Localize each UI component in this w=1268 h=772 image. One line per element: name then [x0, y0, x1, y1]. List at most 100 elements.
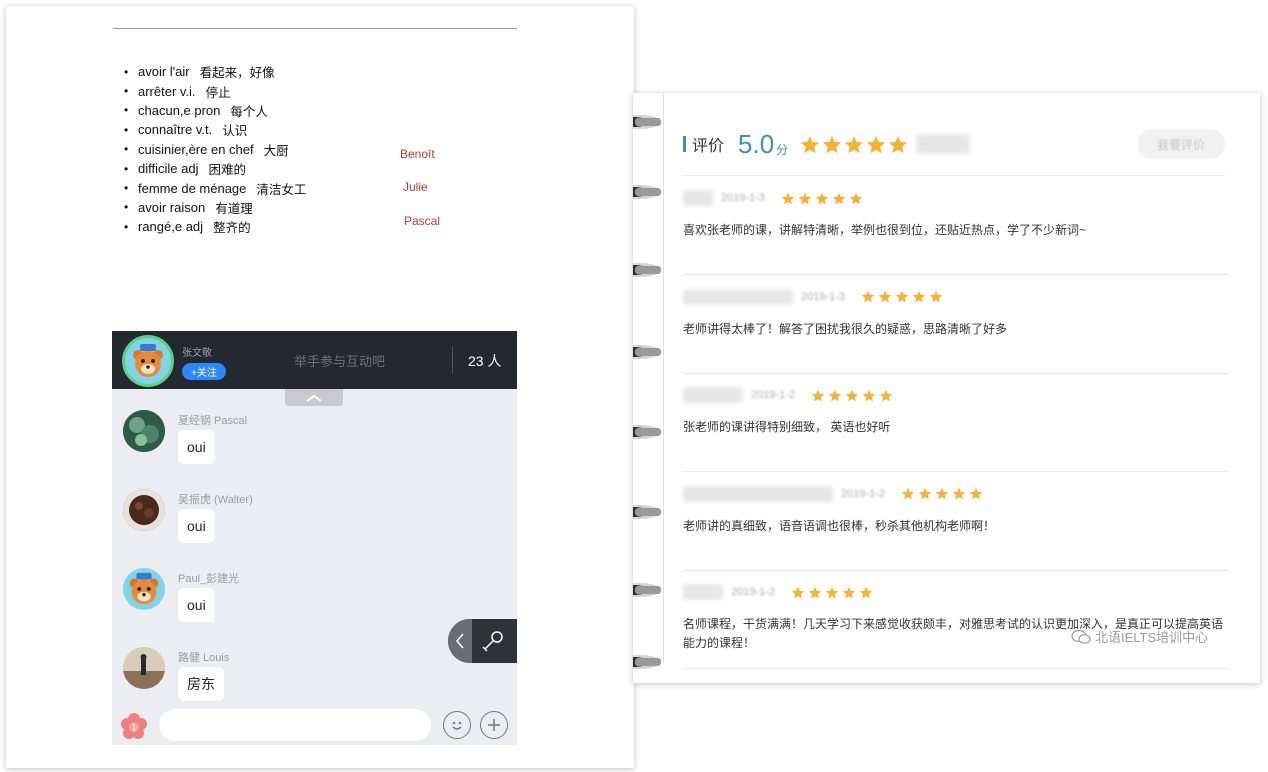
- chevron-up-icon: [306, 394, 322, 402]
- review-card: 评价 5.0 分 我要评价 2019-1-3 喜欢张老师的课，讲解特清晰，举例也很…: [633, 93, 1260, 683]
- star-icon: [862, 389, 876, 401]
- vocabulary-list: avoir l'air看起来，好像 arrêter v.i.停止 chacun,…: [124, 62, 306, 237]
- star-icon: [878, 290, 892, 303]
- svg-text:1: 1: [131, 724, 137, 734]
- vocab-item: cuisinier,ère en chef大厨: [124, 140, 306, 159]
- blurred-username: [683, 485, 833, 502]
- review-item: 2019-1-3 老师讲得太棒了！解答了困扰我很久的疑惑，思路清晰了好多: [683, 276, 1228, 374]
- review-stars: [811, 389, 893, 402]
- divider: [683, 175, 1225, 176]
- online-count: 23 人: [468, 353, 502, 369]
- chat-message: 夏经钢 Pascal oui: [112, 410, 517, 486]
- review-date: 2019-1-3: [801, 290, 846, 303]
- sender-name: 吴振虎 (Walter): [178, 494, 253, 506]
- star-icon: [935, 487, 949, 500]
- landscape-photo-icon: [123, 647, 165, 689]
- host-avatar[interactable]: [122, 335, 174, 387]
- binder-ring-icon: [633, 583, 661, 597]
- binder-ring-icon: [633, 655, 661, 669]
- vocab-item: difficile adj困难的: [124, 159, 306, 178]
- review-item: 2019-1-3 喜欢张老师的课，讲解特清晰，举例也很到位，还贴近热点，学了不少新…: [683, 177, 1228, 275]
- binder-ring-icon: [633, 425, 661, 439]
- accent-bar: [683, 136, 686, 152]
- review-stars: [781, 192, 863, 205]
- vocab-item: chacun,e pron每个人: [124, 101, 306, 120]
- star-icon: [929, 290, 943, 303]
- bear-icon: [129, 572, 159, 605]
- user-avatar[interactable]: [123, 489, 165, 531]
- divider: [663, 93, 664, 663]
- lesson-card: avoir l'air看起来，好像 arrêter v.i.停止 chacun,…: [6, 6, 634, 768]
- star-icon: [845, 135, 864, 153]
- star-icon: [969, 487, 983, 500]
- review-date: 2019-1-2: [841, 487, 886, 500]
- plant-photo-icon: [123, 410, 165, 452]
- star-icon: [842, 586, 856, 598]
- character-name: Benoît: [400, 147, 435, 161]
- write-review-button[interactable]: 我要评价: [1137, 129, 1225, 159]
- binder-ring-icon: [633, 263, 661, 277]
- blurred-username: [683, 288, 793, 305]
- star-icon: [815, 192, 829, 204]
- review-meta: 2019-1-3: [683, 288, 943, 306]
- rating-unit: 分: [776, 142, 789, 157]
- star-icon: [798, 192, 812, 204]
- star-icon: [808, 586, 822, 598]
- star-icon: [867, 135, 886, 153]
- review-item: 2019-1-2 张老师的课讲得特别细致， 英语也好听: [683, 374, 1228, 472]
- review-item: 2019-1-2 名师课程，干货满满！几天学习下来感觉收获颇丰，对雅思考试的认识更…: [683, 571, 1228, 669]
- add-button[interactable]: [480, 711, 508, 739]
- host-name: 张文敬: [182, 348, 212, 359]
- star-icon: [825, 586, 839, 598]
- live-chat-panel: 张文敬 +关注 举手参与互动吧 23 人 夏经钢 Pascal oui 吴振虎 …: [112, 331, 517, 745]
- star-icon: [828, 389, 842, 401]
- binder-ring-icon: [633, 345, 661, 359]
- review-meta: 2019-1-2: [683, 583, 873, 601]
- follow-button[interactable]: +关注: [182, 363, 226, 380]
- message-bubble: oui: [178, 509, 215, 543]
- rating-score: 5.0: [738, 128, 775, 159]
- smiley-icon: [452, 721, 462, 730]
- message-bubble: oui: [178, 588, 215, 622]
- divider: [113, 28, 517, 29]
- live-header-bar: 张文敬 +关注 举手参与互动吧 23 人: [112, 331, 517, 389]
- star-rating: [800, 135, 908, 154]
- vocab-item: connaître v.t.认识: [124, 120, 306, 139]
- review-meta: 2019-1-2: [683, 485, 983, 503]
- emoji-button[interactable]: [443, 711, 471, 739]
- star-icon: [861, 290, 875, 303]
- vocab-item: femme de ménage清洁女工: [124, 178, 306, 197]
- star-icon: [895, 290, 909, 303]
- collapse-toggle[interactable]: [285, 389, 343, 406]
- star-icon: [832, 192, 846, 204]
- chat-input-bar: 1: [112, 703, 517, 745]
- review-stars: [791, 586, 873, 599]
- review-meta: 2019-1-3: [683, 189, 863, 207]
- review-date: 2019-1-2: [731, 586, 776, 598]
- review-stars: [861, 290, 943, 303]
- sender-name: 夏经钢 Pascal: [178, 415, 248, 427]
- review-date: 2019-1-2: [751, 389, 796, 401]
- microphone-button[interactable]: [478, 627, 508, 655]
- wechat-icon: [1071, 629, 1091, 644]
- character-name: Pascal: [404, 214, 441, 228]
- binder-ring-icon: [633, 115, 661, 129]
- user-avatar[interactable]: [123, 568, 165, 610]
- chat-input[interactable]: [159, 709, 431, 741]
- user-avatar[interactable]: [123, 410, 165, 452]
- star-icon: [889, 135, 908, 153]
- blurred-username: [683, 584, 723, 600]
- vocab-item: avoir raison有道理: [124, 198, 306, 217]
- message-bubble: oui: [178, 430, 215, 464]
- review-stars: [901, 487, 983, 500]
- chat-message: 吴振虎 (Walter) oui: [112, 489, 517, 565]
- watermark: 北语IELTS培训中心: [1071, 627, 1208, 646]
- blurred-info: [916, 134, 971, 154]
- user-avatar[interactable]: [123, 647, 165, 689]
- star-icon: [879, 389, 893, 401]
- microphone-icon: [482, 631, 503, 652]
- binder-ring-icon: [633, 505, 661, 519]
- star-icon: [952, 487, 966, 500]
- raise-hand-prompt[interactable]: 举手参与互动吧: [294, 351, 385, 370]
- flower-gift-icon[interactable]: 1: [120, 712, 148, 740]
